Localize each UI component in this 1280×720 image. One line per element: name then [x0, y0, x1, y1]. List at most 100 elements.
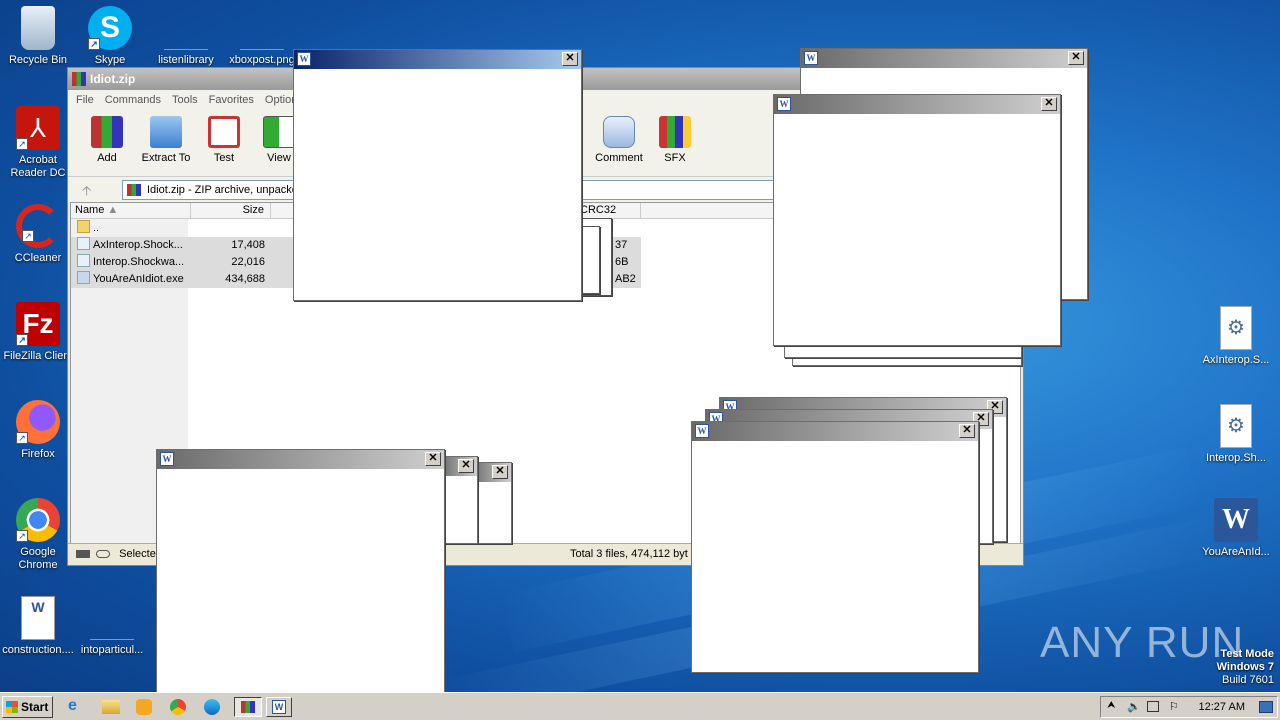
desktop-icon-recycle-bin[interactable]: Recycle Bin [0, 6, 76, 67]
dll-icon: ⚙ [1220, 404, 1252, 448]
recycle-bin-icon [21, 6, 55, 50]
desktop-icon-ccleaner[interactable]: ↗ CCleaner [0, 204, 76, 265]
filezilla-icon: Fz ↗ [16, 302, 60, 346]
table-row[interactable]: Interop.Shockwa... 22,016 [71, 254, 293, 271]
column-header-name[interactable]: Name ▲ [71, 203, 191, 219]
key-icon [96, 550, 111, 559]
show-hidden-icons-icon[interactable]: ⮝ [1107, 700, 1116, 711]
test-clipboard-icon [208, 116, 240, 148]
word-icon: W [272, 700, 286, 714]
desktop-icon-interop[interactable]: ⚙ Interop.Sh... [1198, 404, 1274, 465]
desktop-icon-listenlibrary[interactable]: listenlibrary [148, 6, 224, 67]
word-icon: W [777, 97, 791, 111]
windows-flag-icon [6, 701, 18, 713]
zip-archive-icon [127, 184, 141, 196]
tool-comment-button[interactable]: Comment [589, 116, 649, 164]
word-taskbar-button[interactable]: W [266, 697, 292, 717]
popup-window[interactable]: W ✕ [691, 421, 979, 673]
popup-titlebar[interactable]: W ✕ [294, 50, 581, 69]
desktop-icon-label: Skype [94, 54, 126, 66]
desktop-icon-firefox[interactable]: ↗ Firefox [0, 400, 76, 461]
menu-favorites[interactable]: Favorites [205, 90, 261, 110]
desktop-icon-youareanidiot[interactable]: W YouAreAnId... [1198, 498, 1274, 559]
test-mode-label: Test Mode Windows 7 Build 7601 [1216, 648, 1274, 686]
chrome-icon[interactable] [170, 699, 186, 715]
menu-commands[interactable]: Commands [101, 90, 168, 110]
table-row[interactable]: YouAreAnIdiot.exe 434,688 [71, 271, 293, 288]
start-button[interactable]: Start [2, 696, 53, 718]
column-header-crc[interactable]: CRC32 [576, 203, 641, 219]
word-icon: W [160, 452, 174, 466]
chrome-icon: ↗ [16, 498, 60, 542]
action-center-icon[interactable]: ⚐ [1169, 700, 1179, 713]
menu-tools[interactable]: Tools [168, 90, 205, 110]
dll-file-icon [77, 254, 90, 267]
archive-path-text: Idiot.zip - ZIP archive, unpacke [147, 184, 298, 196]
popup-window[interactable]: W ✕ [773, 94, 1061, 346]
winrar-app-icon [72, 72, 86, 86]
tool-sfx-button[interactable]: SFX [645, 116, 705, 164]
winrar-taskbar-button[interactable] [234, 697, 262, 717]
close-icon[interactable]: ✕ [1041, 97, 1057, 111]
menu-file[interactable]: File [72, 90, 101, 110]
edge-icon[interactable] [204, 699, 220, 715]
show-desktop-icon[interactable] [1259, 701, 1273, 713]
acrobat-icon: ⅄ ↗ [16, 106, 60, 150]
popup-window[interactable]: ✕ [440, 456, 478, 544]
desktop-icon-label: Interop.Sh... [1206, 452, 1266, 464]
popup-window[interactable]: W ✕ [156, 449, 445, 701]
tool-test-button[interactable]: Test [194, 116, 254, 164]
desktop-icon-filezilla[interactable]: Fz ↗ FileZilla Client [0, 302, 76, 363]
popup-titlebar[interactable]: W ✕ [692, 422, 978, 441]
taskbar: Start e W ⮝ 🔈 ⚐ 12:27 AM [0, 692, 1280, 720]
firefox-icon: ↗ [16, 400, 60, 444]
close-icon[interactable]: ✕ [562, 52, 578, 66]
network-icon[interactable] [1147, 701, 1159, 712]
skype-icon: S ↗ [88, 6, 132, 50]
up-arrow-icon[interactable]: 🡡 [82, 182, 91, 204]
close-icon[interactable]: ✕ [492, 465, 508, 479]
desktop-icon-construction[interactable]: W construction.... [0, 596, 76, 657]
desktop-icon-xboxpost[interactable]: xboxpost.png [224, 6, 300, 67]
tool-add-button[interactable]: Add [77, 116, 137, 164]
desktop-icon-acrobat[interactable]: ⅄ ↗ Acrobat Reader DC [0, 106, 76, 180]
desktop-icon-axinterop[interactable]: ⚙ AxInterop.S... [1198, 306, 1274, 367]
popup-window[interactable]: W ✕ [293, 49, 582, 301]
word-icon: W [804, 51, 818, 65]
popup-titlebar[interactable]: W ✕ [801, 49, 1087, 68]
winrar-icon [241, 701, 255, 713]
tool-extract-button[interactable]: Extract To [136, 116, 196, 164]
desktop-icon-label: AxInterop.S... [1202, 354, 1270, 366]
popup-titlebar[interactable]: W ✕ [157, 450, 444, 469]
close-icon[interactable]: ✕ [959, 424, 975, 438]
desktop-icon-label: Firefox [21, 448, 55, 460]
popup-titlebar[interactable]: W ✕ [774, 95, 1060, 114]
close-icon[interactable]: ✕ [458, 459, 474, 473]
tool-label: Comment [595, 152, 643, 164]
word-doc-icon: W [21, 596, 55, 640]
ie-icon[interactable]: e [68, 697, 90, 717]
desktop-icon-label: FileZilla Client [3, 350, 73, 362]
column-header-size[interactable]: Size [191, 203, 271, 219]
volume-icon[interactable]: 🔈 [1127, 700, 1141, 713]
popup-titlebar[interactable]: ✕ [441, 457, 477, 476]
media-player-icon[interactable] [136, 699, 152, 715]
clock[interactable]: 12:27 AM [1199, 701, 1245, 713]
close-icon[interactable]: ✕ [1068, 51, 1084, 65]
desktop-icon-label: YouAreAnId... [1202, 546, 1270, 558]
table-row[interactable]: .. [71, 220, 271, 237]
desktop-icon-skype[interactable]: S ↗ Skype [72, 6, 148, 67]
desktop-icon-label: Recycle Bin [8, 54, 68, 66]
ccleaner-icon: ↗ [16, 204, 60, 248]
drive-icon [76, 550, 90, 559]
desktop-icon-intoparticul[interactable]: intoparticul... [74, 596, 150, 657]
tool-label: Extract To [141, 152, 191, 164]
explorer-folder-icon[interactable] [102, 700, 120, 714]
table-row[interactable]: AxInterop.Shock... 17,408 [71, 237, 293, 254]
desktop-icon-chrome[interactable]: ↗ Google Chrome [0, 498, 76, 572]
image-file-icon [240, 6, 284, 50]
close-icon[interactable]: ✕ [425, 452, 441, 466]
comment-icon [603, 116, 635, 148]
dll-file-icon [77, 237, 90, 250]
desktop-icon-label: listenlibrary [158, 54, 214, 66]
